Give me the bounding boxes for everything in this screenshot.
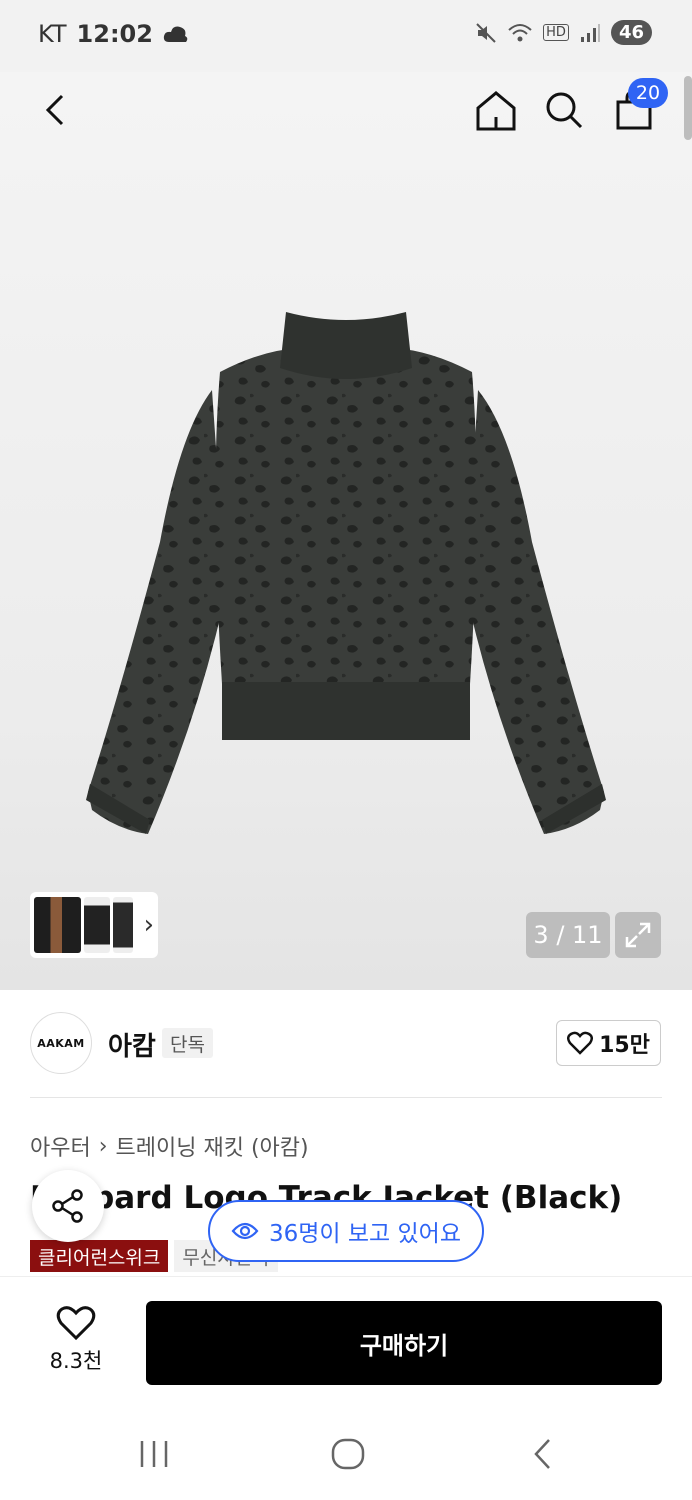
image-counter: 3 / 11	[526, 912, 610, 958]
breadcrumb-category[interactable]: 아우터	[30, 1130, 91, 1162]
live-viewers-pill: 36명이 보고 있어요	[208, 1200, 484, 1262]
breadcrumb: 아우터 › 트레이닝 재킷 (아캄)	[30, 1130, 309, 1162]
exclusive-tag: 단독	[162, 1028, 213, 1058]
signal-icon	[580, 23, 600, 42]
battery-indicator: 46	[610, 20, 652, 45]
eye-icon	[231, 1222, 259, 1240]
search-button[interactable]	[534, 80, 594, 140]
home-button[interactable]	[466, 80, 526, 140]
clock: 12:02	[76, 20, 153, 48]
home-system-button[interactable]	[318, 1432, 378, 1476]
product-image-gallery[interactable]	[0, 72, 692, 990]
fullscreen-button[interactable]	[615, 912, 661, 958]
product-image	[86, 312, 606, 834]
share-button[interactable]	[32, 1170, 104, 1242]
search-icon	[546, 92, 583, 129]
thumbnail-2[interactable]	[84, 897, 110, 953]
system-back-button[interactable]	[512, 1432, 572, 1476]
home-circle-icon	[331, 1438, 365, 1470]
top-navigation: 20	[0, 72, 692, 148]
brand-row: AAKAM 아캄 단독 15만	[0, 990, 692, 1098]
wishlist-count: 8.3천	[49, 1349, 103, 1373]
expand-icon	[625, 922, 651, 948]
thumbnail-3[interactable]	[112, 897, 133, 953]
chevron-left-icon	[534, 1439, 550, 1469]
brand-name[interactable]: 아캄	[108, 1026, 156, 1063]
network-label: HD	[543, 24, 569, 41]
thumbnail-strip[interactable]: ›	[30, 892, 158, 958]
heart-icon	[56, 1306, 96, 1341]
wishlist-button[interactable]: 8.3천	[36, 1305, 116, 1375]
recent-apps-button[interactable]	[124, 1432, 184, 1476]
status-left: KT 12:02	[38, 20, 189, 48]
cart-count-badge: 20	[628, 78, 668, 108]
brand-like-button[interactable]: 15만	[556, 1020, 661, 1066]
cloud-icon	[163, 26, 188, 42]
recent-apps-icon	[140, 1441, 168, 1467]
chevron-left-icon	[45, 94, 64, 126]
status-right: HD 46	[475, 20, 652, 45]
breadcrumb-subcategory[interactable]: 트레이닝 재킷 (아캄)	[116, 1130, 309, 1162]
buy-button[interactable]: 구매하기	[146, 1301, 662, 1385]
heart-icon	[567, 1031, 594, 1055]
section-divider	[30, 1097, 662, 1098]
back-button[interactable]	[24, 80, 84, 140]
live-viewers-text: 36명이 보고 있어요	[268, 1221, 461, 1247]
brand-like-count: 15만	[599, 1033, 650, 1058]
cart-button[interactable]: 20	[604, 78, 668, 140]
wifi-icon	[508, 23, 532, 41]
thumbnail-more-icon[interactable]: ›	[144, 910, 154, 940]
brand-logo[interactable]: AAKAM	[30, 1012, 92, 1074]
breadcrumb-separator: ›	[98, 1133, 108, 1159]
clearance-badge: 클리어런스위크	[30, 1240, 169, 1272]
home-icon	[476, 91, 516, 131]
share-icon	[52, 1189, 83, 1223]
mute-icon	[476, 22, 496, 43]
thumbnail-1[interactable]	[34, 897, 82, 953]
status-bar: KT 12:02 HD 46	[0, 0, 692, 72]
purchase-bar: 8.3천 구매하기	[0, 1276, 692, 1402]
carrier-label: KT	[38, 20, 67, 48]
system-navigation-bar	[0, 1402, 692, 1500]
